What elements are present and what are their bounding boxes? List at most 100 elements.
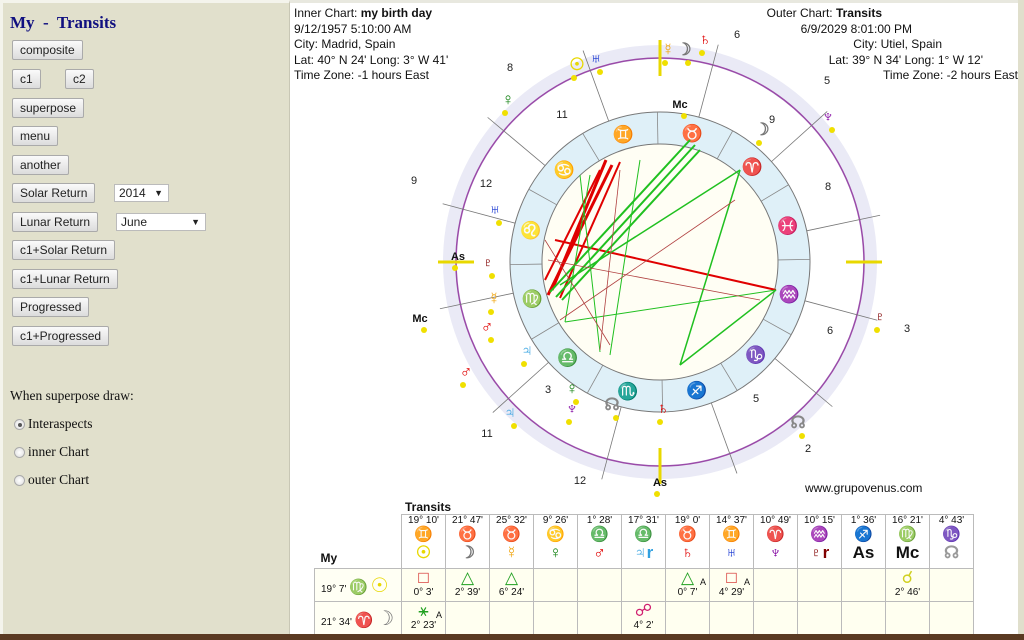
outer-house-number: 2 — [805, 443, 811, 455]
inner-date: 9/12/1957 5:10:00 AM — [294, 21, 412, 36]
planet-icon: ☿ — [488, 289, 501, 308]
planet-position-dot — [657, 419, 663, 425]
zodiac-sign-icon: ♌ — [520, 220, 541, 240]
zodiac-sign-icon: ♊ — [613, 124, 634, 144]
planet-position-dot — [829, 127, 835, 133]
planet-position-dot — [654, 491, 660, 497]
orb: 2° 39' — [454, 587, 481, 598]
planet-position-dot — [571, 75, 577, 81]
outer-chart-label: Outer Chart: — [766, 6, 836, 20]
outer-timezone: Time Zone: -2 hours East — [883, 68, 1018, 82]
orb: 0° 7' — [677, 587, 698, 598]
zodiac-sign-icon: ♓ — [777, 215, 798, 235]
planet-position-dot — [799, 433, 805, 439]
transit-column-header: 21° 47' ♉ ☽ — [445, 514, 490, 569]
transit-column-header: 19° 10' ♊ ☉ — [401, 514, 446, 569]
transit-column-header: 14° 37' ♊ ♅ — [709, 514, 754, 569]
sign-icon: ♊ — [722, 526, 741, 543]
outer-chart-info: Outer Chart: Transits 6/9/2029 8:01:00 P… — [767, 6, 1018, 84]
house-cusp-line — [771, 111, 828, 162]
zodiac-sign-icon: ♍ — [522, 289, 543, 309]
planet-position-dot — [521, 361, 527, 367]
aspect-cell-empty — [533, 601, 578, 635]
outer-city: City: Utiel, Spain — [853, 37, 942, 51]
orb: 2° 46' — [894, 587, 921, 598]
sign-icon: ♈ — [766, 526, 785, 543]
inner-house-number: 6 — [827, 325, 833, 337]
planet-icon: ☽ — [376, 607, 395, 630]
inner-house-number: 11 — [556, 109, 567, 121]
sign-icon: ♒ — [810, 526, 829, 543]
outer-date: 6/9/2029 8:01:00 PM — [800, 21, 912, 36]
aspect-cell-empty — [533, 568, 578, 602]
table-title: Transits — [405, 500, 452, 514]
planet-icon: ♅ — [590, 49, 603, 68]
aspect-icon: ☍ — [634, 601, 653, 620]
planet-icon: ♀ — [549, 543, 562, 562]
planet-icon: As — [653, 477, 667, 489]
planet-icon: ☽ — [459, 543, 476, 562]
aspect-cell[interactable]: ⚹ A 2° 23' — [401, 601, 446, 635]
planet-icon: ♃ — [521, 341, 534, 360]
planet-icon: ♂ — [593, 543, 606, 562]
transit-column-header: 1° 28' ♎ ♂ — [577, 514, 622, 569]
zodiac-sign-icon: ♋ — [554, 160, 575, 180]
transit-column-header: 10° 49' ♈ ♆ — [753, 514, 798, 569]
row-header-label: My — [320, 551, 338, 565]
planet-position-dot — [681, 113, 687, 119]
inner-house-number: 12 — [480, 178, 492, 190]
planet-position-dot — [489, 273, 495, 279]
aspect-cell[interactable]: △ A 0° 7' — [665, 568, 710, 602]
sign-icon: ♐ — [854, 526, 873, 543]
site-credit[interactable]: www.grupovenus.com — [805, 481, 922, 495]
zodiac-sign-icon: ♎ — [557, 348, 578, 368]
sign-icon: ♉ — [458, 526, 477, 543]
sign-divider — [656, 112, 659, 145]
planet-icon: ☊ — [943, 543, 960, 562]
aspect-cell[interactable]: □ 0° 3' — [401, 568, 446, 602]
planet-position-dot — [502, 110, 508, 116]
planet-position-dot — [488, 309, 494, 315]
aspect-cell[interactable]: △ 2° 39' — [445, 568, 490, 602]
planet-position-dot — [662, 60, 668, 66]
outer-house-number: 12 — [574, 475, 586, 487]
planet-icon: ♅ — [489, 200, 502, 219]
planet-position-dot — [685, 60, 691, 66]
aspect-cell[interactable]: ☍ 4° 2' — [621, 601, 666, 635]
planet-icon: ♄ — [681, 543, 694, 562]
aspect-icon: ☌ — [901, 568, 914, 587]
orb: 2° 23' — [410, 620, 437, 631]
aspect-cell[interactable]: □ A 4° 29' — [709, 568, 754, 602]
transit-column-header: 10° 15' ♒ ♇r — [797, 514, 842, 569]
sign-icon: ♈ — [354, 611, 374, 629]
planet-icon: As — [852, 543, 875, 562]
aspect-cell-empty — [577, 568, 622, 602]
aspect-cell-empty — [797, 568, 842, 602]
zodiac-sign-icon: ♏ — [617, 381, 638, 401]
transit-column-header: 25° 32' ♉ ☿ — [489, 514, 534, 569]
planet-icon: Mc — [412, 313, 427, 325]
aspect-cell[interactable]: ☌ 2° 46' — [885, 568, 930, 602]
applying-flag: A — [699, 577, 706, 587]
planet-icon: ☽ — [754, 120, 769, 139]
inner-chart-label: Inner Chart: — [294, 6, 361, 20]
outer-house-number: 8 — [507, 62, 513, 74]
degree: 19° 7' — [321, 583, 347, 595]
planet-icon: ♆ — [822, 107, 835, 126]
planet-icon: ♂ — [481, 317, 494, 336]
planet-position-dot — [613, 415, 619, 421]
sign-divider — [777, 258, 810, 261]
sign-icon: ♍ — [898, 526, 917, 543]
outer-latlong: Lat: 39° N 34' Long: 1° W 12' — [828, 52, 983, 67]
aspect-cell-empty — [621, 568, 666, 602]
inner-city: City: Madrid, Spain — [294, 37, 396, 51]
aspect-cell[interactable]: △ 6° 24' — [489, 568, 534, 602]
orb: 4° 2' — [633, 620, 654, 631]
planet-position-dot — [496, 220, 502, 226]
aspect-cell-empty — [797, 601, 842, 635]
house-cusp-line — [492, 362, 549, 413]
planet-icon: ♄ — [699, 30, 712, 49]
planet-icon: Mc — [895, 543, 920, 562]
sign-icon: ♉ — [502, 526, 521, 543]
planet-position-dot — [566, 419, 572, 425]
